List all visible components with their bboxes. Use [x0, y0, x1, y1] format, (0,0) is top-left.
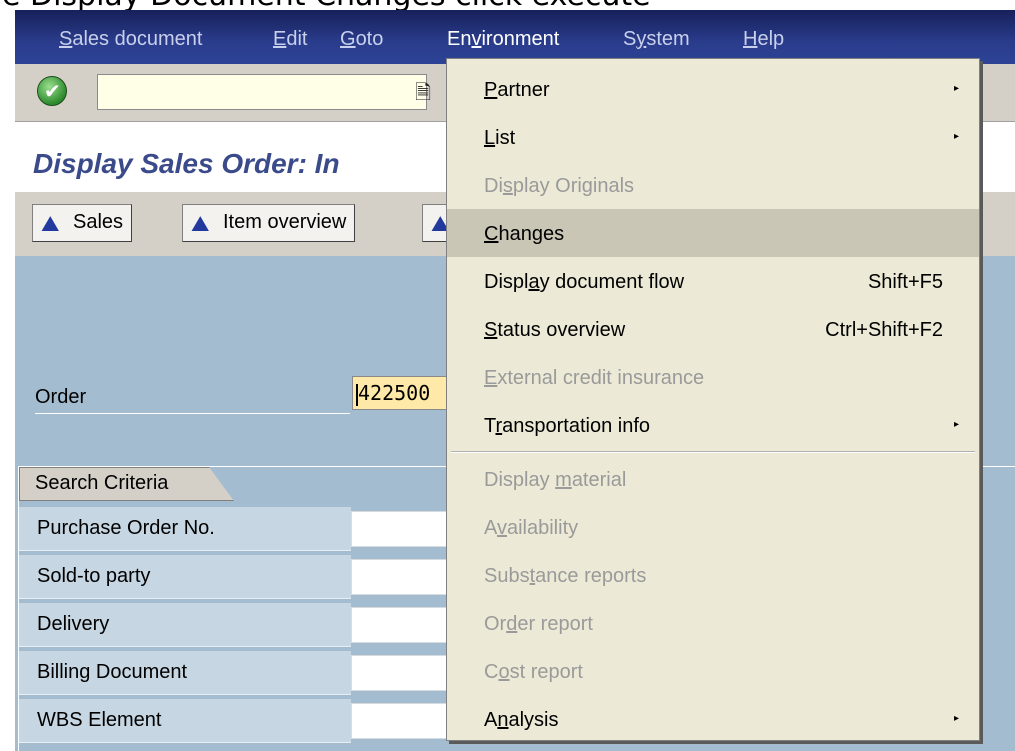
enter-check-icon[interactable] [37, 76, 67, 106]
menu-item-display-material: Display material [484, 469, 627, 491]
menu-goto[interactable]: Goto [340, 28, 383, 51]
menu-item-changes[interactable]: Changes [447, 209, 979, 257]
tutorial-caption: e Display Document Changes click execute [0, 0, 1015, 10]
menu-separator [451, 451, 975, 453]
order-label: Order [35, 380, 350, 414]
menu-item-substance-reports: Substance reports [484, 565, 647, 587]
menu-help[interactable]: Help [743, 28, 784, 51]
criteria-row: WBS Element [19, 699, 451, 743]
criteria-row: Sold-to party [19, 555, 451, 599]
wbs-element-label: WBS Element [37, 709, 162, 731]
item-overview-button-label: Item overview [223, 211, 347, 233]
menu-system[interactable]: System [623, 28, 690, 51]
submenu-arrow-icon: ▸ [953, 419, 959, 430]
environment-dropdown-menu: Partner ▸ List ▸ Display Originals Changes… [446, 58, 980, 741]
command-history-icon[interactable]: 🗎 [415, 78, 431, 112]
menu-environment[interactable]: Environment [447, 28, 559, 51]
delivery-input[interactable] [351, 607, 451, 643]
criteria-row: Delivery [19, 603, 451, 647]
billing-document-input[interactable] [351, 655, 451, 691]
command-field[interactable] [97, 74, 427, 110]
sales-button-label: Sales [73, 211, 124, 233]
submenu-arrow-icon: ▸ [953, 83, 959, 94]
menu-item-availability: Availability [484, 517, 579, 539]
criteria-row: Billing Document [19, 651, 451, 695]
menu-item-status-overview[interactable]: Status overview Ctrl+Shift+F2 [447, 305, 979, 353]
shortcut-label: Ctrl+Shift+F2 [825, 319, 943, 341]
submenu-arrow-icon: ▸ [953, 131, 959, 142]
mountain-icon: ⛰ [191, 211, 210, 236]
menu-item-cost-report: Cost report [484, 661, 583, 683]
menu-edit[interactable]: Edit [273, 28, 307, 51]
menu-item-transportation-info[interactable]: Transportation info ▸ [447, 401, 979, 449]
menu-item-order-report: Order report [484, 613, 593, 635]
menu-item-partner[interactable]: Partner ▸ [447, 65, 979, 113]
sales-button[interactable]: ⛰ Sales [32, 204, 133, 242]
billing-document-label: Billing Document [37, 661, 188, 683]
item-overview-button[interactable]: ⛰ Item overview [182, 204, 356, 242]
sold-to-party-label: Sold-to party [37, 565, 151, 587]
menu-item-display-originals: Display Originals [484, 175, 635, 197]
wbs-element-input[interactable] [351, 703, 451, 739]
caption-text: e Display Document Changes click execute [2, 0, 651, 10]
mountain-icon: ⛰ [41, 211, 60, 236]
page-title: Display Sales Order: In [33, 148, 340, 179]
menu-item-display-document-flow[interactable]: Display document flow Shift+F5 [447, 257, 979, 305]
criteria-row: Purchase Order No. [19, 507, 451, 551]
order-value: 422500 [358, 381, 431, 405]
shortcut-label: Shift+F5 [867, 271, 943, 293]
submenu-arrow-icon: ▸ [953, 713, 959, 724]
menu-item-external-credit-insurance: External credit insurance [484, 367, 705, 389]
delivery-label: Delivery [37, 613, 110, 635]
menu-bar: Sales document Edit Goto Environment Sys… [15, 10, 1015, 64]
menu-item-analysis[interactable]: Analysis ▸ [447, 695, 979, 743]
sold-to-party-input[interactable] [351, 559, 451, 595]
menu-sales-document[interactable]: Sales document [59, 28, 202, 51]
search-criteria-tab: Search Criteria [19, 467, 234, 501]
menu-item-list[interactable]: List ▸ [447, 113, 979, 161]
purchase-order-input[interactable] [351, 511, 451, 547]
purchase-order-label: Purchase Order No. [37, 517, 215, 539]
